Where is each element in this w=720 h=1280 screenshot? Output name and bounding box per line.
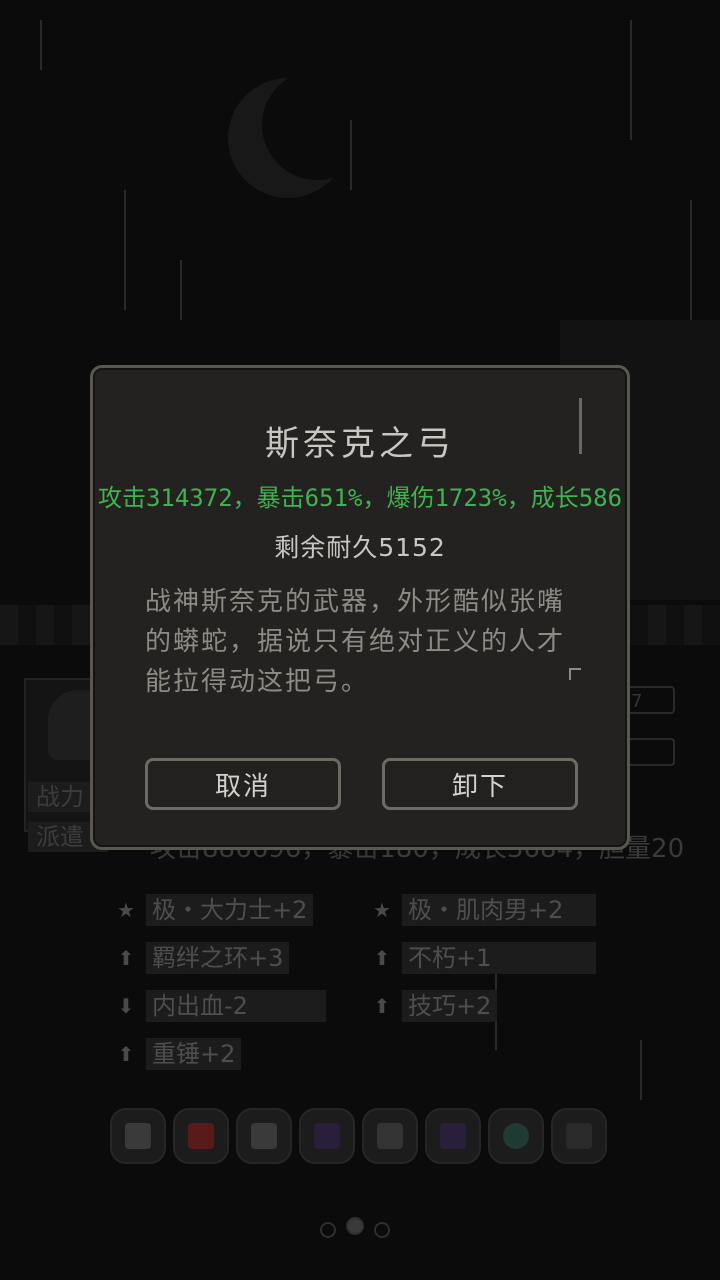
trait-item[interactable]: ⬆ 不朽+1 — [368, 942, 596, 974]
sword-icon — [125, 1123, 151, 1149]
text-end-mark-icon — [569, 668, 581, 680]
unequip-button[interactable]: 卸下 — [382, 758, 578, 810]
rain-streak — [350, 120, 352, 190]
trait-label: 羁绊之环+3 — [146, 942, 290, 974]
arrow-up-icon: ⬆ — [373, 994, 391, 1018]
moon-shadow — [262, 70, 372, 180]
rain-streak — [690, 200, 692, 330]
rain-streak — [630, 20, 632, 140]
trait-label: 极・大力士+2 — [146, 894, 314, 926]
trait-label: 极・肌肉男+2 — [402, 894, 596, 926]
page-dot[interactable] — [374, 1222, 390, 1238]
arrow-down-icon: ⬇ — [117, 994, 135, 1018]
cloak-icon — [377, 1123, 403, 1149]
rain-streak — [40, 20, 42, 70]
trait-item[interactable]: ★ 极・大力士+2 — [112, 894, 314, 926]
trait-item[interactable]: ⬇ 内出血-2 — [112, 990, 326, 1022]
trait-label: 技巧+2 — [402, 990, 498, 1022]
item-title: 斯奈克之弓 — [265, 424, 455, 464]
trait-item[interactable]: ★ 极・肌肉男+2 — [368, 894, 596, 926]
rain-streak — [180, 260, 182, 320]
boot-icon — [314, 1123, 340, 1149]
trait-item[interactable]: ⬆ 技巧+2 — [368, 990, 498, 1022]
star-icon: ★ — [117, 898, 135, 922]
trait-label: 不朽+1 — [402, 942, 596, 974]
item-detail-dialog: 斯奈克之弓 剩余耐久5152 战神斯奈克的武器，外形酷似张嘴的蟒蛇，据说只有绝对… — [90, 365, 630, 850]
glove-icon — [251, 1123, 277, 1149]
equipment-slot[interactable] — [362, 1108, 418, 1164]
trait-item[interactable]: ⬆ 羁绊之环+3 — [112, 942, 290, 974]
equipment-row — [110, 1108, 607, 1166]
equipment-slot[interactable] — [110, 1108, 166, 1164]
stat-bar — [625, 738, 675, 766]
page-dot[interactable] — [320, 1222, 336, 1238]
trait-label: 内出血-2 — [146, 990, 326, 1022]
helmet-icon — [188, 1123, 214, 1149]
equipment-slot[interactable] — [173, 1108, 229, 1164]
trait-label: 重锤+2 — [146, 1038, 242, 1070]
drop-icon — [503, 1123, 529, 1149]
arrow-up-icon: ⬆ — [117, 946, 135, 970]
equipment-slot[interactable] — [488, 1108, 544, 1164]
equipment-slot[interactable] — [299, 1108, 355, 1164]
page-dot-active[interactable] — [346, 1217, 364, 1235]
rain-streak — [640, 1040, 642, 1100]
equipment-slot[interactable] — [425, 1108, 481, 1164]
item-stats: 攻击314372，暴击651%，爆伤1723%，成长586 — [97, 484, 623, 512]
item-description: 战神斯奈克的武器，外形酷似张嘴的蟒蛇，据说只有绝对正义的人才能拉得动这把弓。 — [145, 587, 566, 697]
screen: 战力 派遣 7 攻击886696，暴击180，成长3684，胆量20 ★ 极・大… — [0, 0, 720, 1280]
trait-item[interactable]: ⬆ 重锤+2 — [112, 1038, 242, 1070]
arrow-up-icon: ⬆ — [373, 946, 391, 970]
rain-streak — [124, 190, 126, 310]
star-icon: ★ — [373, 898, 391, 922]
stat-bar: 7 — [625, 686, 675, 714]
page-indicator — [320, 1217, 390, 1238]
slot-icon — [566, 1123, 592, 1149]
gem-icon — [440, 1123, 466, 1149]
equipment-slot[interactable] — [551, 1108, 607, 1164]
item-durability: 剩余耐久5152 — [274, 533, 446, 562]
arrow-up-icon: ⬆ — [117, 1042, 135, 1066]
equipment-slot[interactable] — [236, 1108, 292, 1164]
cancel-button[interactable]: 取消 — [145, 758, 341, 810]
